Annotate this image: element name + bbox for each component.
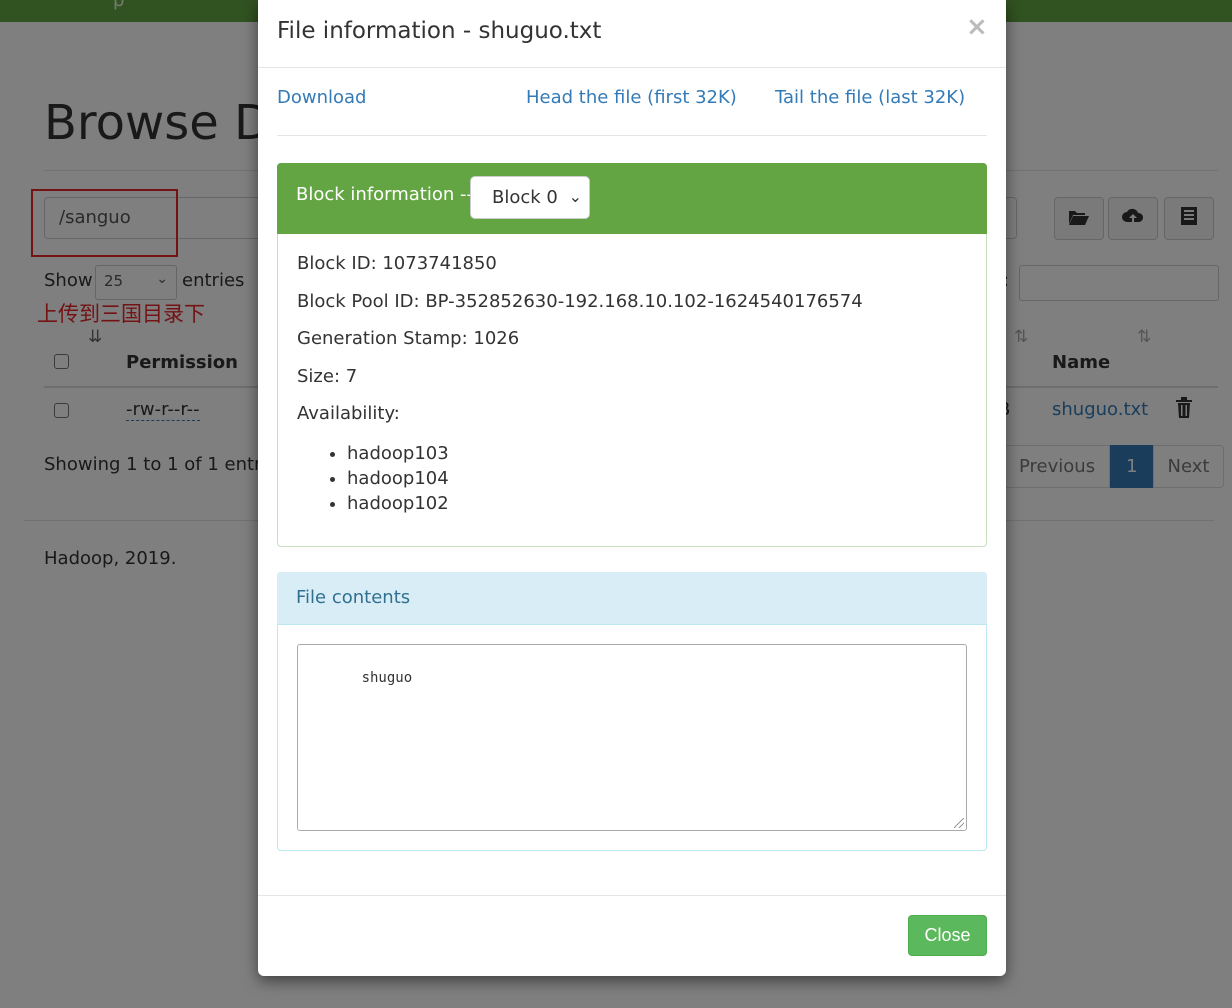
head-file-link[interactable]: Head the file (first 32K): [526, 87, 737, 108]
tail-file-link[interactable]: Tail the file (last 32K): [775, 87, 965, 108]
close-icon[interactable]: ×: [966, 14, 988, 40]
block-pool-id: Block Pool ID: BP-352852630-192.168.10.1…: [297, 291, 863, 312]
close-button[interactable]: Close: [908, 915, 987, 956]
dialog-header: File information - shuguo.txt ×: [258, 0, 1006, 68]
list-item: hadoop103: [347, 441, 449, 466]
generation-stamp: Generation Stamp: 1026: [297, 328, 520, 349]
file-information-dialog: File information - shuguo.txt × Download…: [258, 0, 1006, 976]
download-link[interactable]: Download: [277, 87, 366, 108]
block-select[interactable]: Block 0 ⌄: [470, 176, 590, 219]
list-item: hadoop102: [347, 491, 449, 516]
links-divider: [277, 135, 987, 136]
contents-panel-heading: File contents: [277, 572, 987, 625]
contents-heading-label: File contents: [296, 587, 411, 608]
dialog-title: File information - shuguo.txt: [277, 18, 602, 44]
file-contents-text: shuguo: [361, 670, 413, 686]
availability-list: hadoop103 hadoop104 hadoop102: [347, 441, 449, 516]
block-panel-heading: Block information -- Block 0 ⌄: [277, 163, 987, 234]
block-id: Block ID: 1073741850: [297, 253, 497, 274]
file-contents-panel: File contents shuguo: [277, 572, 987, 851]
chevron-down-icon: ⌄: [568, 187, 582, 206]
block-information-panel: Block information -- Block 0 ⌄ Block ID:…: [277, 163, 987, 547]
block-heading-label: Block information --: [296, 184, 474, 205]
block-select-value: Block 0: [492, 187, 558, 208]
block-size: Size: 7: [297, 366, 358, 387]
list-item: hadoop104: [347, 466, 449, 491]
file-contents-textarea[interactable]: shuguo: [297, 644, 967, 831]
availability-label: Availability:: [297, 403, 400, 424]
resize-handle-icon[interactable]: [954, 818, 964, 828]
dialog-footer-divider: [258, 895, 1006, 896]
